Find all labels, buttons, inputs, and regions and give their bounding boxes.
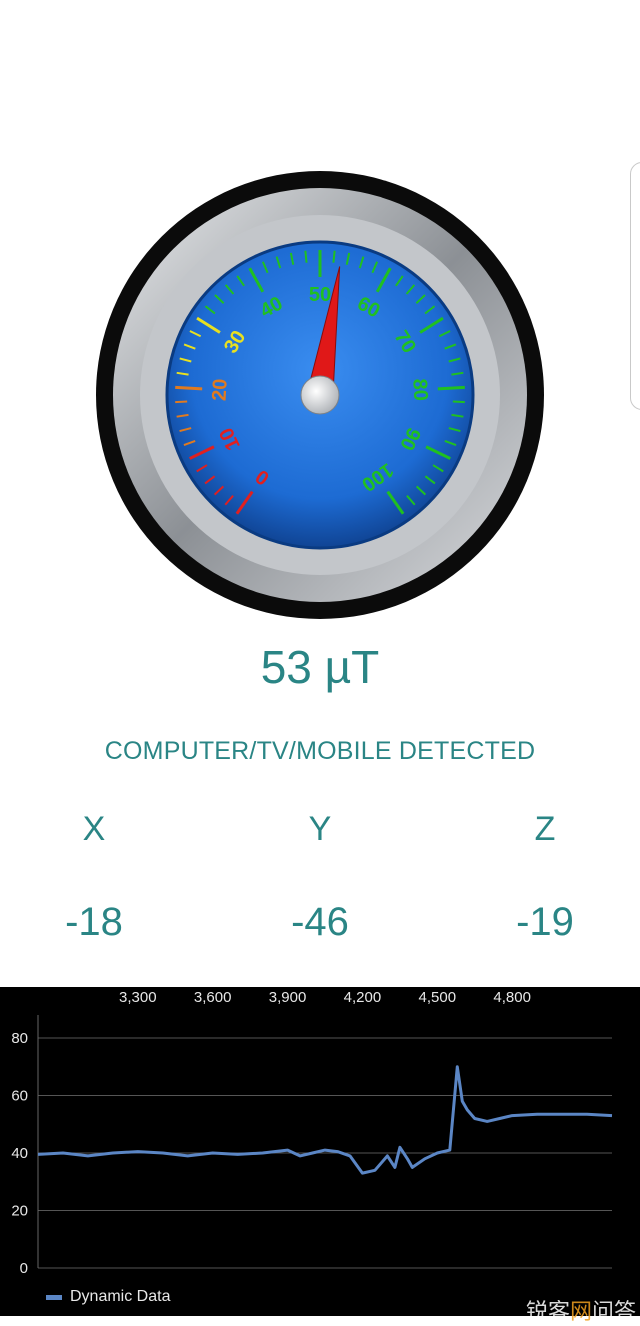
field-strength-value: 53 µT — [260, 641, 380, 693]
detection-status: COMPUTER/TV/MOBILE DETECTED — [104, 737, 536, 765]
dynamic-data-chart: 0 20 40 60 80 3,300 3,600 3,900 4,200 4,500 4,800 — [0, 987, 640, 1316]
watermark: 锐客网问答 — [525, 1300, 636, 1325]
gauge-minor-tick — [304, 250, 308, 263]
z-axis-label: Z — [534, 810, 556, 848]
y-tick-label: 0 — [20, 1260, 28, 1277]
x-tick-label: 3,600 — [194, 989, 232, 1006]
legend-label: Dynamic Data — [70, 1288, 171, 1305]
chart-plot: 0 20 40 60 80 3,300 3,600 3,900 4,200 4,500 4,800 — [11, 989, 613, 1277]
x-tick-label: 4,500 — [419, 989, 457, 1006]
gauge-minor-tick — [175, 400, 188, 404]
gauge-tick-label: 20 — [209, 378, 232, 401]
gauge-tick-label: 80 — [408, 378, 431, 401]
gauge-tick-label: 50 — [309, 284, 331, 306]
x-tick-label: 3,900 — [269, 989, 307, 1006]
gauge-minor-tick — [452, 400, 465, 404]
y-tick-label: 20 — [11, 1203, 28, 1220]
x-axis-value: -18 — [65, 900, 123, 944]
series-line-dynamic-data — [37, 1065, 613, 1175]
x-tick-label: 4,800 — [493, 989, 531, 1006]
gauge-minor-tick — [332, 250, 336, 263]
x-axis-label: X — [82, 810, 106, 848]
legend-swatch — [46, 1294, 62, 1300]
gauge-major-tick — [175, 385, 203, 391]
chart-legend: Dynamic Data — [46, 1288, 170, 1306]
gauge-hub — [300, 375, 340, 415]
y-tick-label: 60 — [11, 1088, 28, 1105]
y-tick-label: 40 — [11, 1145, 28, 1162]
x-tick-label: 3,300 — [119, 989, 157, 1006]
magnetometer-gauge: 010203040 50 60708090100 — [96, 171, 544, 619]
x-tick-label: 4,200 — [344, 989, 382, 1006]
z-axis-value: -19 — [516, 900, 574, 944]
y-tick-label: 80 — [11, 1030, 28, 1047]
gauge-major-tick — [437, 385, 465, 391]
y-axis-label: Y — [308, 810, 332, 848]
y-axis-value: -46 — [291, 900, 349, 944]
